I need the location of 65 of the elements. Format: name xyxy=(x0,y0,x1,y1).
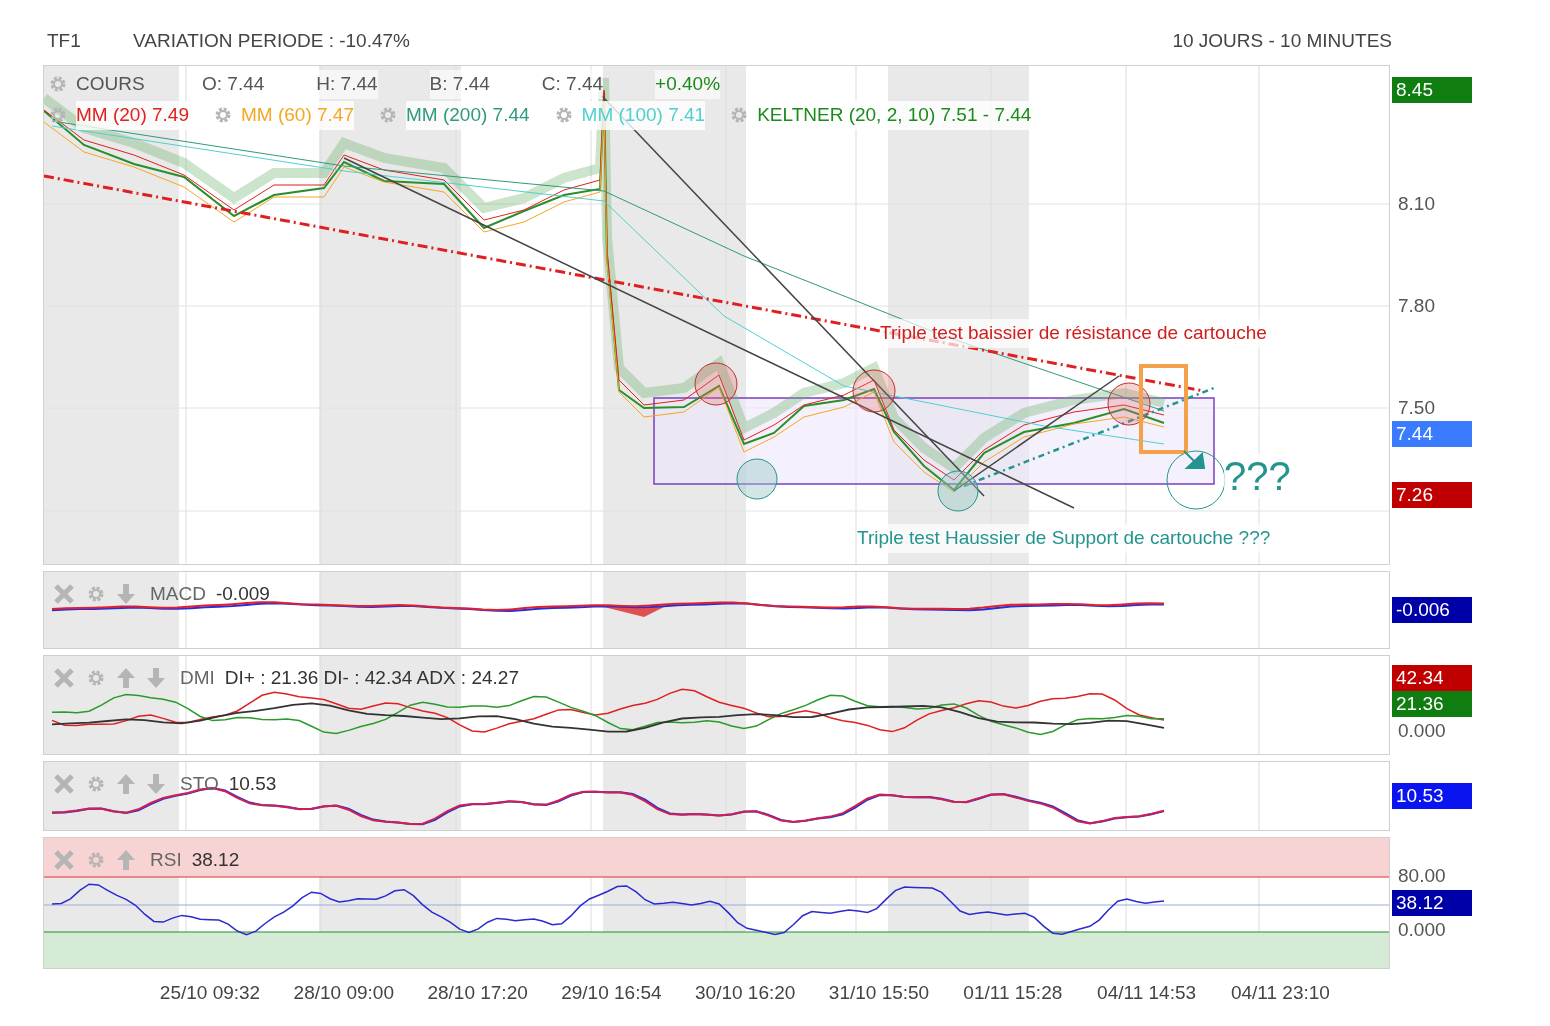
up-arrow-icon[interactable] xyxy=(116,667,136,690)
indicator-name: STO xyxy=(180,772,219,796)
axis-label: 0.000 xyxy=(1397,918,1447,942)
down-arrow-icon[interactable] xyxy=(146,773,166,796)
indicator-value: DI+ : 21.36 DI- : 42.34 ADX : 24.27 xyxy=(224,666,519,690)
axis-label: 0.000 xyxy=(1397,718,1447,743)
overlay-legend: MM (60) 7.47 xyxy=(241,101,354,130)
series-title: COURS xyxy=(76,72,146,96)
ohlc-value: B: 7.44 xyxy=(429,70,490,99)
close-icon[interactable] xyxy=(52,849,76,872)
up-arrow-icon[interactable] xyxy=(116,849,136,872)
axis-label: 7.50 xyxy=(1398,396,1435,420)
indicator-name: MACD xyxy=(150,582,206,606)
highlight-circle xyxy=(1166,450,1226,510)
indicator-name: RSI xyxy=(150,848,182,872)
overlay-legend: KELTNER (20, 2, 10) 7.51 - 7.44 xyxy=(757,101,1032,130)
price-badge: 10.53 xyxy=(1392,783,1472,809)
up-arrow-icon[interactable] xyxy=(116,773,136,796)
chart-annotation: ??? xyxy=(1224,454,1291,498)
ohlc-value: H: 7.44 xyxy=(316,70,378,99)
time-axis-label: 01/11 15:28 xyxy=(963,981,1063,1005)
chart-annotation: Triple test baissier de résistance de cartouche xyxy=(880,319,1267,348)
time-axis-label: 04/11 14:53 xyxy=(1097,981,1197,1005)
indicator-value: -0.009 xyxy=(215,582,270,606)
ohlc-value: C: 7.44 xyxy=(541,70,604,99)
highlight-circle xyxy=(1107,382,1151,426)
close-icon[interactable] xyxy=(52,773,76,796)
axis-label: 7.80 xyxy=(1398,294,1435,318)
overlay-legend: MM (100) 7.41 xyxy=(581,101,706,130)
axis-label: 8.10 xyxy=(1398,192,1435,216)
period-variation: VARIATION PERIODE : -10.47% xyxy=(133,28,410,53)
time-axis-label: 28/10 09:00 xyxy=(293,981,394,1005)
close-icon[interactable] xyxy=(52,583,76,606)
time-axis-label: 25/10 09:32 xyxy=(159,981,261,1005)
period-label: 10 JOURS - 10 MINUTES xyxy=(1172,28,1392,53)
highlight-circle xyxy=(937,470,979,512)
symbol-label: TF1 xyxy=(47,28,82,53)
price-badge: 7.44 xyxy=(1392,421,1472,447)
time-axis-label: 04/11 23:10 xyxy=(1230,981,1330,1005)
time-axis-label: 28/10 17:20 xyxy=(427,981,528,1005)
time-axis-label: 31/10 15:50 xyxy=(828,981,930,1005)
price-badge: 21.36 xyxy=(1392,690,1472,717)
arrow-icon xyxy=(1183,450,1205,469)
price-badge: 8.45 xyxy=(1392,77,1472,103)
axis-label: 80.00 xyxy=(1397,863,1447,888)
time-axis-label: 30/10 16:20 xyxy=(695,981,796,1005)
indicator-name: DMI xyxy=(180,666,215,690)
highlight-circle xyxy=(736,458,778,500)
down-arrow-icon[interactable] xyxy=(146,667,166,690)
chart-annotation: Triple test Haussier de Support de cartouche ??? xyxy=(857,524,1271,553)
price-badge: -0.006 xyxy=(1392,597,1472,623)
down-arrow-icon[interactable] xyxy=(116,583,136,606)
time-axis-label: 29/10 16:54 xyxy=(561,981,662,1005)
overlay-legend: MM (200) 7.44 xyxy=(406,101,530,130)
close-icon[interactable] xyxy=(52,667,76,690)
ohlc-value: +0.40% xyxy=(655,70,721,99)
price-badge: 7.26 xyxy=(1392,482,1472,508)
highlight-circle xyxy=(852,369,896,413)
overlay-legend: MM (20) 7.49 xyxy=(76,101,189,130)
indicator-value: 38.12 xyxy=(191,848,240,872)
highlight-circle xyxy=(694,362,738,406)
price-badge: 38.12 xyxy=(1392,890,1472,916)
price-badge: 42.34 xyxy=(1392,664,1472,691)
indicator-value: 10.53 xyxy=(228,772,277,796)
histogram-area xyxy=(604,607,664,617)
